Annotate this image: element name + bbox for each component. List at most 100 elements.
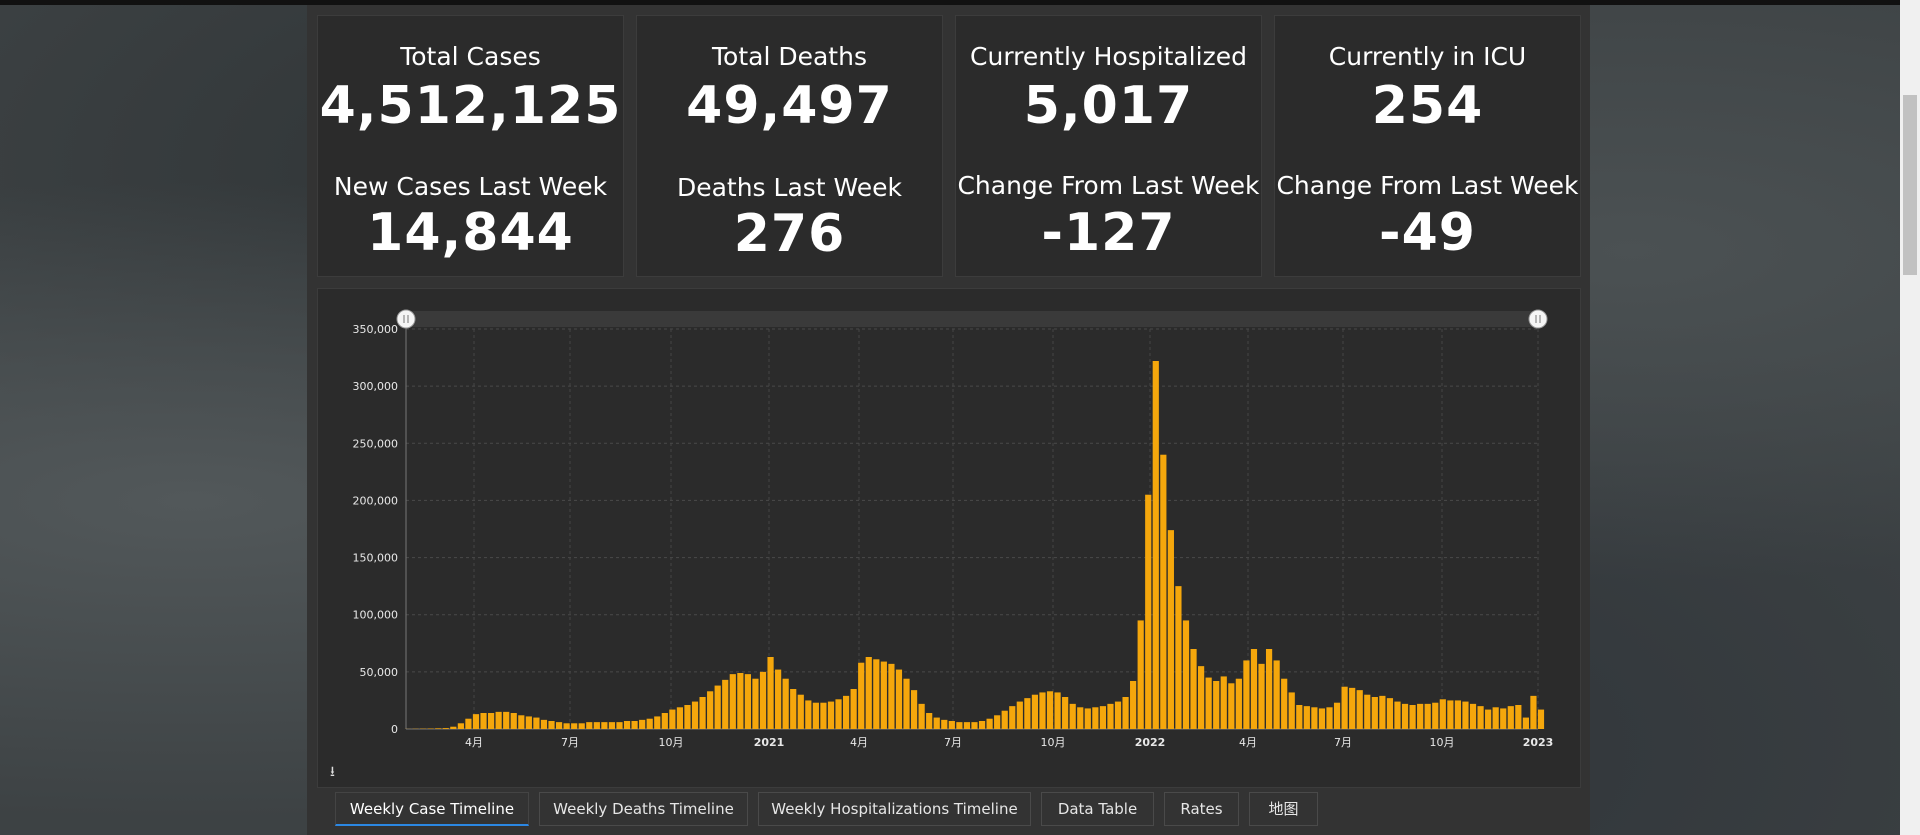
bar — [480, 713, 487, 729]
bar — [1417, 703, 1424, 729]
tab-data-table[interactable]: Data Table — [1041, 792, 1154, 826]
bar — [646, 718, 653, 729]
bar — [1137, 620, 1144, 729]
bar — [608, 722, 616, 729]
bar — [1439, 699, 1446, 729]
y-tick-label: 350,000 — [353, 323, 399, 336]
bar — [654, 716, 661, 729]
page-scrollbar[interactable] — [1900, 0, 1920, 835]
bar — [1296, 705, 1303, 729]
bar — [1364, 694, 1371, 729]
x-tick-label: 7月 — [561, 736, 579, 749]
bar — [827, 701, 835, 729]
bar — [1485, 709, 1492, 729]
download-icon[interactable]: ⭳ — [330, 765, 335, 779]
bar — [1160, 454, 1167, 729]
bar — [1318, 708, 1326, 729]
scrollbar-thumb[interactable] — [1903, 95, 1917, 275]
kpi-value-total-cases: 4,512,125 — [319, 76, 622, 136]
bar — [1341, 686, 1348, 729]
bar — [1016, 701, 1023, 729]
bar — [782, 678, 789, 729]
bar — [691, 701, 699, 729]
x-tick-label: 4月 — [1239, 736, 1257, 749]
bar — [1190, 649, 1197, 729]
kpi-label-icu: Currently in ICU — [1328, 42, 1527, 71]
bar — [1401, 703, 1409, 729]
bar — [1107, 703, 1114, 729]
tab-weekly-hospitalizations-timeline[interactable]: Weekly Hospitalizations Timeline — [758, 792, 1031, 826]
bar — [548, 721, 555, 729]
bar — [1167, 530, 1174, 729]
bar — [1130, 681, 1137, 729]
bar — [1054, 692, 1061, 729]
bar — [1424, 703, 1431, 729]
bar — [1500, 708, 1507, 729]
bar — [941, 719, 948, 729]
dashboard-page: Total Cases 4,512,125 New Cases Last Wee… — [307, 5, 1590, 835]
range-handle-icon[interactable] — [1528, 309, 1548, 329]
tab-weekly-deaths-timeline[interactable]: Weekly Deaths Timeline — [539, 792, 748, 826]
bar — [1001, 710, 1008, 729]
kpi-label-total-deaths: Total Deaths — [712, 42, 867, 71]
bar — [1243, 660, 1250, 729]
bar — [631, 721, 638, 729]
bar — [593, 722, 600, 729]
bar — [1265, 649, 1273, 729]
kpi-card-cases: Total Cases 4,512,125 New Cases Last Wee… — [317, 15, 624, 277]
bar — [661, 713, 668, 729]
bar — [865, 657, 872, 729]
kpi-label-new-cases: New Cases Last Week — [333, 172, 608, 201]
bar — [752, 678, 759, 729]
bar — [986, 718, 993, 729]
bar — [722, 679, 729, 729]
bar — [1356, 690, 1363, 729]
kpi-label-deaths-last-week: Deaths Last Week — [676, 173, 903, 202]
kpi-label-hospitalized: Currently Hospitalized — [970, 42, 1247, 71]
weekly-case-chart: 0 50,000 100,000 150,000 200,000 250,000 300,0… — [317, 288, 1581, 788]
range-handle-icon[interactable] — [396, 309, 416, 329]
bar — [1031, 694, 1039, 729]
bar — [578, 723, 585, 729]
bar — [1145, 494, 1152, 729]
bar — [1009, 706, 1016, 729]
bar — [540, 719, 548, 729]
bar — [601, 722, 608, 729]
bar — [1447, 700, 1454, 729]
bar — [759, 671, 767, 729]
bar — [442, 728, 449, 729]
bar — [918, 703, 925, 729]
tab-rates[interactable]: Rates — [1164, 792, 1239, 826]
kpi-value-total-deaths: 49,497 — [686, 76, 893, 136]
bar — [971, 722, 978, 729]
bar — [873, 659, 880, 729]
tab-map[interactable]: 地图 — [1249, 792, 1318, 826]
bar — [1386, 698, 1394, 729]
bar — [1454, 700, 1462, 729]
bar — [450, 726, 457, 729]
tab-weekly-case-timeline[interactable]: Weekly Case Timeline — [335, 792, 529, 826]
y-tick-label: 50,000 — [360, 666, 399, 679]
bar — [1349, 687, 1356, 729]
bar — [518, 715, 525, 729]
bar — [435, 728, 442, 729]
kpi-label-total-cases: Total Cases — [400, 42, 541, 71]
bar — [639, 719, 646, 729]
bar — [1198, 666, 1205, 729]
bar — [1046, 691, 1054, 729]
bar — [1084, 708, 1091, 729]
kpi-value-deaths-last-week: 276 — [733, 204, 846, 264]
bar — [1537, 709, 1545, 729]
bar — [571, 723, 578, 729]
kpi-value-icu: 254 — [1371, 76, 1484, 136]
y-tick-label: 250,000 — [353, 437, 399, 450]
bar — [1288, 692, 1295, 729]
bar — [1492, 707, 1499, 729]
bar — [744, 674, 751, 729]
kpi-card-deaths: Total Deaths 49,497 Deaths Last Week 276 — [636, 15, 943, 277]
kpi-value-icu-change: -49 — [1379, 203, 1476, 263]
range-slider-track — [406, 311, 1538, 327]
bar — [563, 723, 570, 729]
bar — [933, 717, 940, 729]
bar — [1379, 695, 1386, 729]
